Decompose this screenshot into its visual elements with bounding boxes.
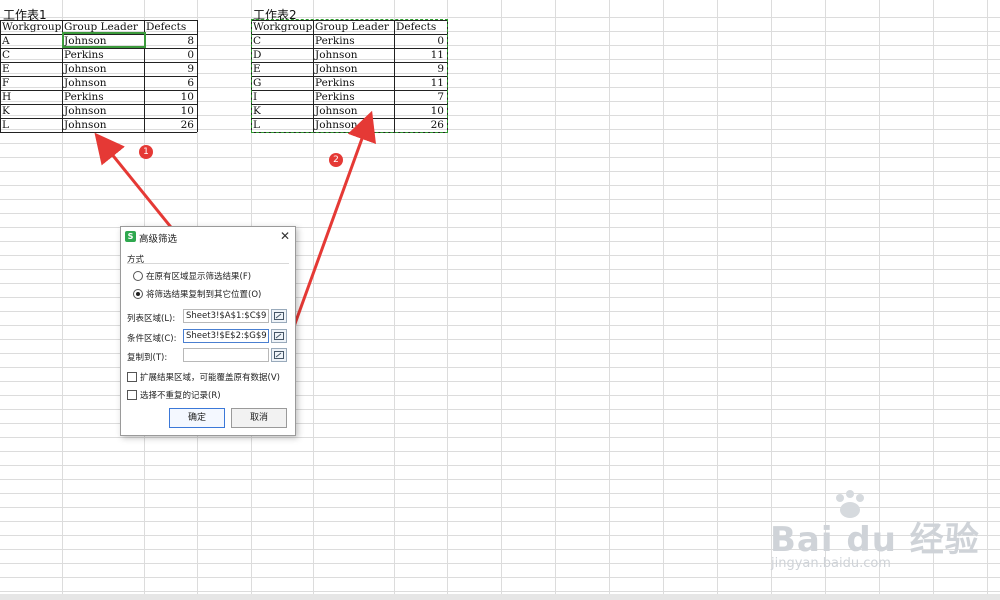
copy-to-picker-button[interactable] bbox=[271, 348, 287, 362]
unique-records-label[interactable]: 选择不重复的记录(R) bbox=[140, 389, 221, 401]
radio-copy-to[interactable] bbox=[133, 289, 143, 299]
list-range-input[interactable]: Sheet3!$A$1:$C$9 bbox=[183, 309, 269, 323]
sheet-tab-bar[interactable] bbox=[0, 594, 1000, 600]
list-range-label: 列表区域(L): bbox=[127, 314, 176, 324]
unique-records-checkbox[interactable] bbox=[127, 390, 137, 400]
range-picker-icon bbox=[274, 312, 284, 320]
criteria-range-label: 条件区域(C): bbox=[127, 334, 177, 344]
criteria-range-input[interactable]: Sheet3!$E$2:$G$9 bbox=[183, 329, 269, 343]
range-picker-icon bbox=[274, 332, 284, 340]
dialog-title: 高级筛选 bbox=[139, 234, 178, 245]
dialog-titlebar[interactable]: S 高级筛选 ✕ bbox=[121, 227, 295, 247]
watermark-url: jingyan.baidu.com bbox=[771, 556, 891, 571]
cancel-button[interactable]: 取消 bbox=[231, 408, 287, 428]
expand-results-label[interactable]: 扩展结果区域，可能覆盖原有数据(V) bbox=[140, 371, 280, 383]
list-range-picker-button[interactable] bbox=[271, 309, 287, 323]
annotation-badge-1: 1 bbox=[139, 145, 153, 159]
ok-button[interactable]: 确定 bbox=[169, 408, 225, 428]
radio-in-place[interactable] bbox=[133, 271, 143, 281]
copy-to-label: 复制到(T): bbox=[127, 353, 168, 363]
range-picker-icon bbox=[274, 351, 284, 359]
criteria-range-picker-button[interactable] bbox=[271, 329, 287, 343]
watermark-text: Bai du 经验 bbox=[770, 520, 980, 560]
close-icon[interactable]: ✕ bbox=[280, 229, 290, 243]
annotation-badge-2: 2 bbox=[329, 153, 343, 167]
expand-results-checkbox[interactable] bbox=[127, 372, 137, 382]
radio-in-place-label[interactable]: 在原有区域显示筛选结果(F) bbox=[146, 270, 251, 282]
advanced-filter-dialog: S 高级筛选 ✕ 方式 在原有区域显示筛选结果(F) 将筛选结果复制到其它位置(… bbox=[120, 226, 296, 436]
radio-copy-to-label[interactable]: 将筛选结果复制到其它位置(O) bbox=[146, 288, 261, 300]
copy-to-input[interactable] bbox=[183, 348, 269, 362]
arrow-to-sheet2 bbox=[290, 110, 376, 333]
section-divider bbox=[127, 263, 289, 264]
app-logo-icon: S bbox=[125, 231, 136, 242]
